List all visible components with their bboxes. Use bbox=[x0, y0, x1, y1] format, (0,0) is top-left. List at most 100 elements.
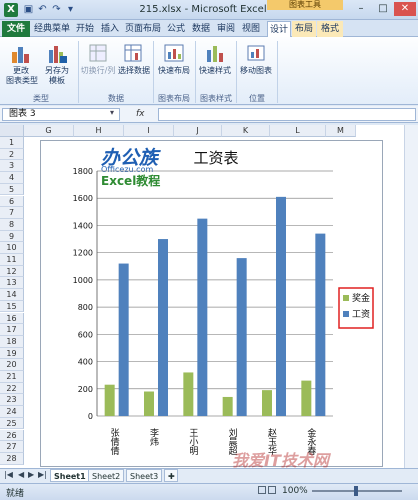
row-header-2[interactable]: 2 bbox=[0, 148, 24, 161]
group-label-location: 位置 bbox=[249, 94, 265, 103]
row-header-6[interactable]: 6 bbox=[0, 195, 24, 208]
qat-dropdown-icon[interactable]: ▾ bbox=[64, 4, 77, 16]
save-icon[interactable]: ▣ bbox=[22, 4, 35, 16]
row-header-26[interactable]: 26 bbox=[0, 429, 24, 442]
row-header-3[interactable]: 3 bbox=[0, 160, 24, 173]
select-all-corner[interactable] bbox=[0, 125, 24, 137]
column-header-L[interactable]: L bbox=[270, 125, 326, 137]
y-tick-label: 1800 bbox=[73, 167, 93, 176]
chart-area[interactable]: 办公族 Officezu.com Excel教程 工资表 0 200 400 600 80… bbox=[40, 140, 383, 467]
row-header-24[interactable]: 24 bbox=[0, 406, 24, 418]
row-header-5[interactable]: 5 bbox=[0, 183, 24, 196]
group-label-layout: 图表布局 bbox=[158, 94, 190, 103]
tab-formulas[interactable]: 公式 bbox=[164, 21, 188, 37]
sheet-nav-first-icon[interactable]: |◀ bbox=[4, 470, 13, 479]
sheet-nav-prev-icon[interactable]: ◀ bbox=[18, 470, 24, 479]
column-header-J[interactable]: J bbox=[174, 125, 222, 137]
save-as-template-button[interactable]: 另存为 模板 bbox=[40, 42, 74, 86]
tab-file[interactable]: 文件 bbox=[2, 21, 30, 37]
minimize-icon[interactable]: – bbox=[350, 2, 372, 16]
insert-sheet-icon[interactable]: ✚ bbox=[164, 469, 178, 482]
row-header-16[interactable]: 16 bbox=[0, 312, 24, 325]
column-header-I[interactable]: I bbox=[124, 125, 174, 137]
row-header-20[interactable]: 20 bbox=[0, 359, 24, 371]
formula-input[interactable] bbox=[158, 108, 416, 121]
bar-工资-金永春 bbox=[315, 233, 326, 416]
move-chart-button[interactable]: 移动图表 bbox=[238, 42, 274, 76]
tab-insert[interactable]: 插入 bbox=[98, 21, 122, 37]
row-header-7[interactable]: 7 bbox=[0, 207, 24, 219]
group-separator bbox=[277, 41, 278, 103]
tab-page-layout[interactable]: 页面布局 bbox=[123, 21, 163, 37]
undo-icon[interactable]: ↶ bbox=[36, 4, 49, 16]
row-header-14[interactable]: 14 bbox=[0, 289, 24, 301]
row-header-4[interactable]: 4 bbox=[0, 172, 24, 184]
name-box-dropdown-icon[interactable]: ▾ bbox=[110, 108, 114, 117]
row-header-23[interactable]: 23 bbox=[0, 394, 24, 407]
y-tick-label: 0 bbox=[88, 412, 93, 421]
tab-classic-menu[interactable]: 经典菜单 bbox=[32, 21, 72, 37]
redo-icon[interactable]: ↷ bbox=[50, 4, 63, 16]
insert-function-icon[interactable]: fx bbox=[136, 108, 156, 121]
tab-layout[interactable]: 布局 bbox=[292, 21, 316, 37]
vertical-scrollbar[interactable] bbox=[404, 125, 418, 468]
quick-layout-button[interactable]: 快速布局 bbox=[156, 42, 192, 76]
zoom-slider-thumb[interactable] bbox=[354, 486, 358, 496]
legend-label-工资: 工资 bbox=[352, 309, 370, 320]
row-header-10[interactable]: 10 bbox=[0, 242, 24, 254]
page-layout-view-icon[interactable] bbox=[268, 486, 276, 494]
sheet-tab-1[interactable]: Sheet1 bbox=[50, 469, 90, 482]
column-header-K[interactable]: K bbox=[222, 125, 270, 137]
row-header-12[interactable]: 12 bbox=[0, 265, 24, 278]
select-data-label: 选择数据 bbox=[118, 66, 150, 75]
tab-data[interactable]: 数据 bbox=[189, 21, 213, 37]
move-chart-label: 移动图表 bbox=[240, 66, 272, 75]
x-category-label: 李炜 bbox=[148, 427, 159, 447]
row-header-19[interactable]: 19 bbox=[0, 347, 24, 360]
row-header-15[interactable]: 15 bbox=[0, 300, 24, 313]
excel-app-icon[interactable]: X bbox=[4, 3, 18, 17]
sheet-nav-last-icon[interactable]: ▶| bbox=[38, 470, 47, 479]
column-header-M[interactable]: M bbox=[326, 125, 356, 137]
maximize-icon[interactable]: □ bbox=[372, 2, 394, 16]
row-header-1[interactable]: 1 bbox=[0, 137, 24, 149]
row-header-25[interactable]: 25 bbox=[0, 417, 24, 430]
quick-layout-label: 快速布局 bbox=[158, 66, 190, 75]
row-header-18[interactable]: 18 bbox=[0, 335, 24, 348]
normal-view-icon[interactable] bbox=[258, 486, 266, 494]
close-icon[interactable]: ✕ bbox=[394, 2, 416, 16]
save-template-icon bbox=[49, 46, 67, 63]
switch-row-column-button[interactable]: 切换行/列 bbox=[80, 42, 116, 76]
tab-home[interactable]: 开始 bbox=[73, 21, 97, 37]
bar-奖金-金永春 bbox=[301, 380, 312, 416]
column-header-H[interactable]: H bbox=[74, 125, 124, 137]
sheet-nav-next-icon[interactable]: ▶ bbox=[28, 470, 34, 479]
column-header-G[interactable]: G bbox=[24, 125, 74, 137]
zoom-level[interactable]: 100% bbox=[282, 486, 308, 496]
tab-design[interactable]: 设计 bbox=[267, 21, 291, 37]
row-header-13[interactable]: 13 bbox=[0, 277, 24, 290]
tab-format[interactable]: 格式 bbox=[317, 21, 343, 37]
change-chart-type-button[interactable]: 更改 图表类型 bbox=[6, 42, 38, 86]
y-tick-label: 200 bbox=[78, 385, 93, 394]
row-header-22[interactable]: 22 bbox=[0, 382, 24, 395]
sheet-tab-2[interactable]: Sheet2 bbox=[88, 469, 125, 482]
switch-row-column-label: 切换行/列 bbox=[80, 66, 116, 75]
bar-工资-李炜 bbox=[158, 239, 168, 416]
row-header-9[interactable]: 9 bbox=[0, 230, 24, 243]
quick-style-button[interactable]: 快速样式 bbox=[197, 42, 233, 76]
sheet-tab-3[interactable]: Sheet3 bbox=[126, 469, 163, 482]
name-box[interactable]: 图表 3 bbox=[2, 108, 120, 121]
bar-工资-王小明 bbox=[197, 218, 208, 416]
row-header-28[interactable]: 28 bbox=[0, 452, 24, 465]
y-tick-label: 400 bbox=[78, 358, 93, 367]
row-header-8[interactable]: 8 bbox=[0, 218, 24, 231]
move-chart-icon bbox=[247, 45, 265, 61]
tab-view[interactable]: 视图 bbox=[239, 21, 263, 37]
row-header-27[interactable]: 27 bbox=[0, 441, 24, 453]
select-data-button[interactable]: 选择数据 bbox=[118, 42, 150, 76]
tab-review[interactable]: 审阅 bbox=[214, 21, 238, 37]
row-header-17[interactable]: 17 bbox=[0, 324, 24, 336]
row-header-11[interactable]: 11 bbox=[0, 254, 24, 266]
row-header-21[interactable]: 21 bbox=[0, 371, 24, 383]
